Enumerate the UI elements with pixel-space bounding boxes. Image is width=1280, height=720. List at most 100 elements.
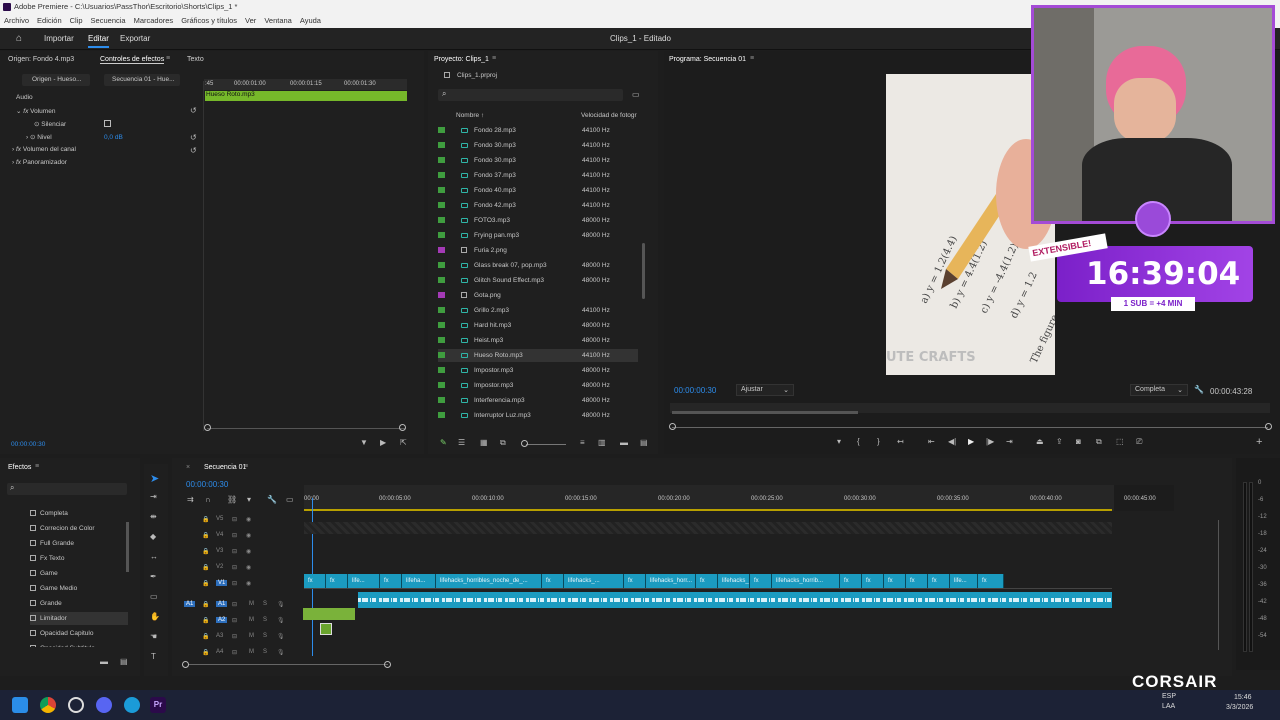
sync-lock-icon[interactable]: ⊟ (232, 633, 237, 640)
label-color-swatch[interactable] (438, 157, 445, 164)
label-color-swatch[interactable] (438, 262, 445, 269)
mute-track-button[interactable]: M (249, 617, 254, 623)
eye-icon[interactable]: ◉ (246, 564, 251, 571)
pencil-icon[interactable]: ✎ (440, 438, 447, 447)
zoom-handle-right[interactable] (399, 424, 406, 431)
label-color-swatch[interactable] (438, 367, 445, 374)
tab-source[interactable]: Origen: Fondo 4.mp3 (8, 56, 74, 63)
column-rate-header[interactable]: Velocidad de fotogr (581, 112, 637, 119)
solo-track-button[interactable]: S (263, 633, 267, 639)
effects-search-input[interactable]: ⌕ (7, 483, 127, 495)
hscroll-handle-right[interactable] (384, 661, 391, 668)
panel-menu-icon[interactable]: ≡ (750, 55, 754, 62)
label-color-swatch[interactable] (438, 322, 445, 329)
microphone-icon[interactable]: 🎙 (277, 649, 285, 656)
video-clip[interactable]: life... (348, 574, 380, 588)
video-clip[interactable]: lifeha... (402, 574, 436, 588)
effects-title[interactable]: Efectos (8, 464, 31, 471)
menu-item-edicion[interactable]: Edición (33, 14, 66, 28)
reset-icon[interactable]: ↺ (190, 106, 197, 115)
effect-preset[interactable]: Completa (30, 507, 128, 520)
clock-time[interactable]: 15:46 (1234, 694, 1252, 701)
project-panel-title[interactable]: Proyecto: Clips_1 (434, 56, 489, 63)
track-target-v1[interactable]: V1 (216, 580, 228, 586)
sequence-clip-select[interactable]: Secuencia 01 - Hue... (104, 74, 180, 86)
telegram-icon[interactable] (124, 697, 140, 713)
fx-clip-bar[interactable]: Hueso Roto.mp3 (205, 91, 407, 101)
label-color-swatch[interactable] (438, 217, 445, 224)
menu-item-marcadores[interactable]: Marcadores (130, 14, 178, 28)
menu-item-ventana[interactable]: Ventana (260, 14, 296, 28)
effect-preset[interactable]: Grande (30, 597, 128, 610)
project-item[interactable]: FOTO3.mp3 48000 Hz (438, 214, 638, 227)
video-clip[interactable]: fx (380, 574, 402, 588)
master-clip-select[interactable]: Origen - Hueso... (22, 74, 90, 86)
microphone-icon[interactable]: 🎙 (277, 633, 285, 640)
mark-out-icon[interactable]: } (877, 437, 880, 446)
lock-icon[interactable]: 🔒 (202, 532, 209, 539)
program-title[interactable]: Programa: Secuencia 01 (669, 56, 746, 63)
hand-tool-icon[interactable]: ☚ (150, 632, 157, 641)
icon-view-icon[interactable]: ▦ (480, 438, 488, 447)
audio-clip-a1[interactable] (358, 592, 1112, 608)
audio-clip-a2[interactable] (303, 608, 355, 620)
ripple-edit-icon[interactable]: ⇼ (150, 512, 157, 521)
lock-icon[interactable]: 🔒 (202, 601, 209, 608)
panel-menu-icon[interactable]: ≡ (244, 463, 248, 470)
track-target-v5[interactable]: V5 (216, 516, 223, 522)
video-clip[interactable]: fx (750, 574, 772, 588)
zoom-scrollbar[interactable] (207, 428, 405, 429)
source-patch-a1[interactable]: A1 (184, 601, 196, 607)
label-color-swatch[interactable] (438, 202, 445, 209)
camera-icon[interactable]: ◙ (1076, 437, 1081, 446)
column-name-header[interactable]: Nombre ↑ (456, 112, 484, 119)
pen-tool-icon[interactable]: ✒ (150, 572, 157, 581)
track-target-a4[interactable]: A4 (216, 649, 223, 655)
selection-tool-icon[interactable]: ➤ (150, 472, 159, 485)
project-search-input[interactable]: ⌕ (438, 89, 623, 101)
label-color-swatch[interactable] (438, 382, 445, 389)
effect-preset[interactable]: Game (30, 567, 128, 580)
sort-icon[interactable]: ≡ (580, 438, 585, 447)
close-icon[interactable]: × (186, 464, 190, 471)
track-target-a3[interactable]: A3 (216, 633, 223, 639)
audio-clip-a3[interactable] (320, 623, 332, 635)
sequence-tab[interactable]: Secuencia 01 (204, 464, 246, 471)
lock-icon[interactable]: 🔒 (202, 580, 209, 587)
scroll-handle-left[interactable] (669, 423, 676, 430)
fit-select[interactable]: Ajustar ⌄ (736, 384, 794, 396)
video-clip[interactable]: fx (624, 574, 646, 588)
solo-track-button[interactable]: S (263, 617, 267, 623)
mute-track-button[interactable]: M (249, 649, 254, 655)
quality-select[interactable]: Completa ⌄ (1130, 384, 1188, 396)
effect-preset[interactable]: Full Grande (30, 537, 128, 550)
track-target-v2[interactable]: V2 (216, 564, 223, 570)
go-out-icon[interactable]: ⇥ (1006, 437, 1013, 446)
go-in-icon[interactable]: ⇤ (928, 437, 935, 446)
lock-icon[interactable]: 🔒 (202, 617, 209, 624)
video-clip[interactable]: fx (840, 574, 862, 588)
panner-row[interactable]: › fx Panoramizador (12, 159, 67, 166)
video-clip[interactable]: fx (304, 574, 326, 588)
video-clip[interactable]: fx (978, 574, 1004, 588)
timeline-vscroll[interactable] (1218, 520, 1219, 650)
effect-preset[interactable]: Game Medio (30, 582, 128, 595)
add-button-icon[interactable]: + (1256, 436, 1262, 448)
mute-checkbox[interactable] (104, 120, 111, 127)
delete-icon[interactable]: ▤ (120, 657, 128, 666)
effect-preset[interactable]: Fx Texto (30, 552, 128, 565)
effect-preset[interactable]: Correcion de Color (30, 522, 128, 535)
lock-icon[interactable]: 🔒 (202, 633, 209, 640)
zoom-slider[interactable] (526, 444, 566, 445)
menu-item-secuencia[interactable]: Secuencia (87, 14, 130, 28)
menu-item-archivo[interactable]: Archivo (0, 14, 33, 28)
project-item[interactable]: Furia 2.png (438, 244, 638, 257)
lock-icon[interactable]: 🔒 (202, 649, 209, 656)
label-color-swatch[interactable] (438, 277, 445, 284)
lock-icon[interactable]: 🔒 (202, 516, 209, 523)
track-target-a1[interactable]: A1 (216, 601, 228, 607)
project-item[interactable]: Fondo 37.mp3 44100 Hz (438, 169, 638, 182)
play-icon[interactable]: ▶ (968, 437, 974, 446)
track-target-v4[interactable]: V4 (216, 532, 223, 538)
video-clip[interactable]: fx (884, 574, 906, 588)
